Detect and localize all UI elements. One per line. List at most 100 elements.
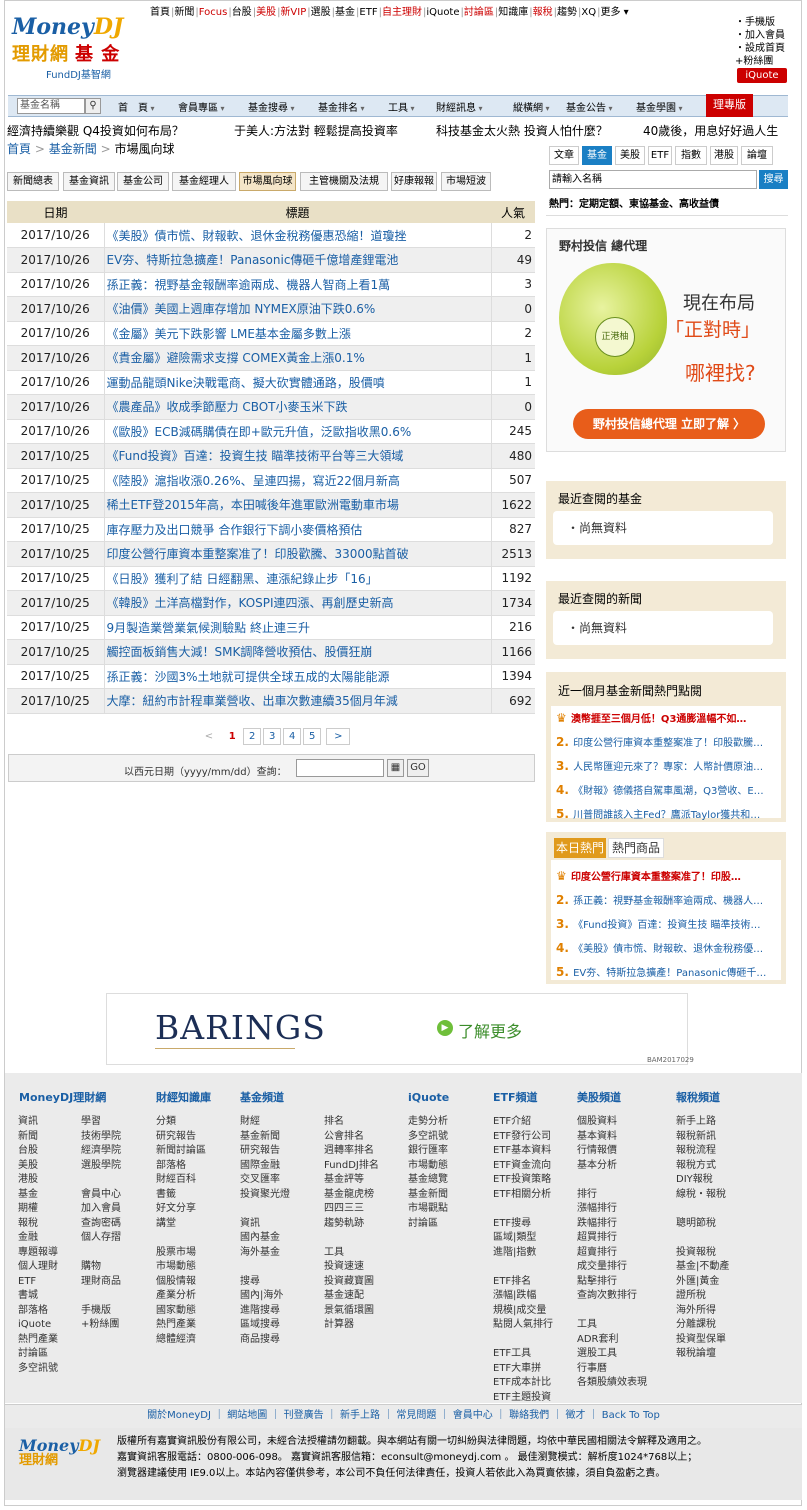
tab-1[interactable]: 基金資訊 [63,172,115,191]
topnav-item[interactable]: 討論區 [464,7,494,18]
row-title-link[interactable]: 庫存壓力及出口競爭 合作銀行下調小麥價格預估 [103,517,491,542]
page-1-button[interactable]: 1 [223,729,241,746]
tab-5[interactable]: 主管機關及法規 [300,172,388,191]
footer-header[interactable]: ETF頻道 [493,1091,538,1106]
daily-hot-item[interactable]: 5. EV夯、特斯拉急擴產！Panasonic傳砸千… [556,964,774,979]
nav-item[interactable]: 基金學園 ▾ [636,99,683,114]
nav-item[interactable]: 財經訊息 ▾ [436,99,483,114]
page-3-button[interactable]: 3 [263,728,282,745]
topnav-item[interactable]: ETF [359,7,377,18]
page-5-button[interactable]: 5 [303,728,322,745]
date-input[interactable] [296,759,384,777]
row-title-link[interactable]: EV夯、特斯拉急擴產！Panasonic傳砸千億增產鋰電池 [103,247,491,273]
right-search-input[interactable]: 請輸入名稱 [549,170,757,189]
footer-column[interactable]: 新手上路 報稅新訊 報稅流程 報稅方式 DIY報稅 線稅・報稅 聰明節稅 投資報… [676,1115,729,1362]
search-tab-4[interactable]: 指數 [675,146,707,165]
tab-3[interactable]: 基金經理人 [172,172,236,191]
topnav-item[interactable]: 知識庫 [498,7,528,18]
next-page-button[interactable]: > [326,728,351,745]
row-title-link[interactable]: 《陸股》滬指收漲0.26%、呈連四揚，寫近22個月新高 [103,468,491,493]
footer-header[interactable]: 報稅頻道 [676,1091,720,1106]
ticker-3[interactable]: 科技基金太火熱 投資人怕什麼？ [436,122,608,139]
row-title-link[interactable]: 《貴金屬》避險需求支撐 COMEX黃金上漲0.1% [103,345,491,371]
row-title-link[interactable]: 印度公營行庫資本重整案准了！印股歡騰、33000點首破 [103,541,491,567]
topnav-item[interactable]: 新VIP [280,7,306,18]
calendar-icon[interactable]: ▦ [387,759,404,777]
topnav-item[interactable]: 首頁 [150,7,170,18]
nav-item[interactable]: 基金公告 ▾ [566,99,613,114]
monthly-hot-item[interactable]: ♛ 澳幣捱至三個月低！Q3通膨溫幅不如… [556,710,774,725]
search-tab-2[interactable]: 美股 [615,146,645,165]
quick-link[interactable]: ・加入會員 [735,29,785,42]
topnav-item[interactable]: 美股 [256,7,276,18]
footer-column[interactable]: 資訊 新聞 台股 美股 港股 基金 期權 報稅 金融 專題報導 個人理財 ETF… [18,1115,58,1376]
daily-hot-item[interactable]: 2. 孫正義：視野基金報酬率逾兩成、機器人… [556,892,774,907]
footer-column[interactable]: 個股資料 基本資料 行情報價 基本分析 排行 漲幅排行 跌幅排行 超買排行 超賣… [577,1115,647,1391]
footer-header[interactable]: 基金頻道 [240,1091,284,1106]
search-tab-3[interactable]: ETF [648,146,672,165]
row-title-link[interactable]: 《美股》債市慌、財報軟、退休金稅務優惠恐縮！道瓊挫 [103,223,491,248]
row-title-link[interactable]: 《金屬》美元下跌影響 LME基本金屬多數上漲 [103,321,491,346]
tab-4[interactable]: 市場風向球 [239,172,296,191]
tab-2[interactable]: 基金公司 [117,172,169,191]
row-title-link[interactable]: 孫正義：視野基金報酬率逾兩成、機器人智商上看1萬 [103,272,491,297]
tab-hot-products[interactable]: 熱門商品 [608,838,664,858]
footer-column[interactable]: 學習 技術學院 經濟學院 選股學院 會員中心 加入會員 查詢密碼 個人存摺 購物… [81,1115,121,1333]
search-icon[interactable]: ⚲ [85,98,101,114]
site-logo[interactable]: MoneyDJ 理財網基 金 FundDJ基智網 [12,14,137,81]
page-4-button[interactable]: 4 [283,728,302,745]
search-tab-0[interactable]: 文章 [549,146,579,165]
footer-column[interactable]: 排名 公會排名 週轉率排名 FundDJ排名 基金評等 基金龍虎榜 四四三三 趨… [324,1115,379,1333]
fund-search-input[interactable]: 基金名稱 [17,98,85,114]
monthly-hot-item[interactable]: 3. 人民幣匯迎元來了？專家：人幣計價原油… [556,758,774,773]
hot-keywords[interactable]: 熱門：定期定額、東協基金、高收益債 [549,195,719,210]
row-title-link[interactable]: 《油價》美國上週庫存增加 NYMEX原油下跌0.6% [103,296,491,322]
footer-header[interactable]: MoneyDJ理財網 [19,1091,106,1106]
search-tab-1[interactable]: 基金 [582,146,612,165]
topnav-item[interactable]: XQ [581,7,596,18]
ticker-1[interactable]: 經濟持續樂觀 Q4投資如何布局？ [7,122,184,139]
topnav-item[interactable]: 報稅 [533,7,553,18]
ticker-2[interactable]: 于美人:方法對 輕鬆提高投資率 [234,122,398,139]
quick-link[interactable]: +粉絲團 [735,55,785,68]
row-title-link[interactable]: 《韓股》土洋高檔對作，KOSPI連四漲、再創歷史新高 [103,590,491,616]
iquote-button[interactable]: iQuote [737,68,787,83]
row-title-link[interactable]: 運動品龍頭Nike決戰電商、擬大砍實體通路，股價噴 [103,370,491,395]
topnav-item[interactable]: 更多 ▾ [601,7,629,18]
row-title-link[interactable]: 《歐股》ECB減碼購債在即+歐元升值，泛歐指收黑0.6% [103,419,491,444]
row-title-link[interactable]: 稀土ETF登2015年高，本田喊後年進軍歐洲電動車市場 [103,492,491,518]
breadcrumb-news[interactable]: 基金新聞 [49,142,97,156]
topnav-item[interactable]: 選股 [311,7,331,18]
row-title-link[interactable]: 《日股》獲利了結 日經翻黑、連漲紀錄止步「16」 [103,566,491,591]
right-search-button[interactable]: 搜尋 [759,170,788,189]
nav-item[interactable]: 基金搜尋 ▾ [248,99,295,114]
footer-links[interactable]: 關於MoneyDJ ｜ 網站地圖 ｜ 刊登廣告 ｜ 新手上路 ｜ 常見問題 ｜ … [5,1404,802,1428]
row-title-link[interactable]: 《Fund投資》百達：投資生技 瞄準技術平台等三大領域 [103,443,491,469]
daily-hot-item[interactable]: 4. 《美股》債市慌、財報軟、退休金稅務優… [556,940,774,955]
topnav-item[interactable]: 新聞 [174,7,194,18]
row-title-link[interactable]: 大摩：紐約市計程車業營收、出車次數連續35個月年減 [103,688,491,714]
tab-6[interactable]: 好康報報 [391,172,437,191]
nav-item[interactable]: 首 頁 ▾ [118,99,155,114]
go-button[interactable]: GO [407,759,429,777]
tab-7[interactable]: 市場短波 [441,172,491,191]
breadcrumb-home[interactable]: 首頁 [7,142,31,156]
nav-item[interactable]: 工具 ▾ [388,99,415,114]
topnav-item[interactable]: Focus [199,7,228,18]
quick-link[interactable]: ・設成首頁 [735,42,785,55]
topnav-item[interactable]: 台股 [232,7,252,18]
nav-item[interactable]: 會員專區 ▾ [178,99,225,114]
row-title-link[interactable]: 《農產品》收成季節壓力 CBOT小麥玉米下跌 [103,394,491,420]
ticker-4[interactable]: 40歲後，用息好好過人生 [643,122,778,139]
barings-cta[interactable]: 了解更多 [458,1018,522,1042]
row-title-link[interactable]: 孫正義：沙國3%土地就可提供全球五成的太陽能能源 [103,664,491,689]
topnav-item[interactable]: iQuote [426,7,459,18]
monthly-hot-item[interactable]: 4. 《財報》德儀搭自駕車風潮，Q3營收、E… [556,782,774,797]
tab-0[interactable]: 新聞總表 [7,172,59,191]
footer-header[interactable]: 美股頻道 [577,1091,621,1106]
prev-page-button[interactable]: < [200,729,218,746]
monthly-hot-item[interactable]: 2. 印度公營行庫資本重整案准了！印股歡騰… [556,734,774,749]
daily-hot-item[interactable]: ♛ 印度公營行庫資本重整案准了！印股… [556,868,774,883]
monthly-hot-item[interactable]: 5. 川普問誰該入主Fed？鷹派Taylor獲共和… [556,806,774,821]
footer-column[interactable]: 財經 基金新聞 研究報告 國際金融 交叉匯率 投資聚光燈 資訊 國內基金 海外基… [240,1115,290,1347]
